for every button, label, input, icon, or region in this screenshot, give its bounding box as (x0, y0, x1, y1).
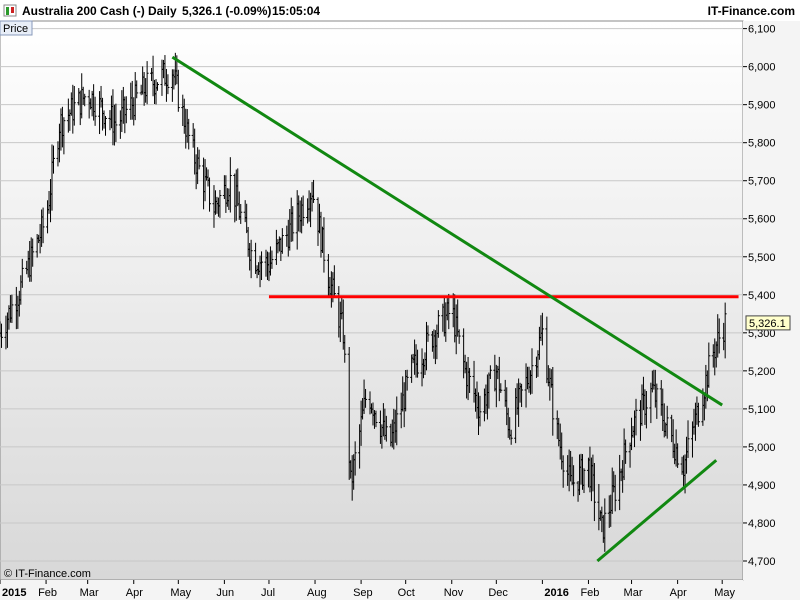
y-tick-label: 5,600 (748, 214, 776, 226)
legend-swatch-red (11, 7, 14, 13)
y-tick-label: 6,000 (748, 62, 776, 74)
brand-label: IT-Finance.com (708, 4, 795, 18)
x-tick-label: 2016 (544, 587, 568, 599)
y-tick-label: 5,000 (748, 442, 776, 454)
legend-swatch-green (6, 7, 9, 15)
y-tick-label: 4,700 (748, 556, 776, 568)
legend-swatch-icon (3, 4, 17, 17)
x-tick-label: Feb (580, 587, 599, 599)
x-tick-label: Sep (353, 587, 373, 599)
instrument-title: Australia 200 Cash (-) (22, 4, 145, 18)
y-tick-label: 5,700 (748, 176, 776, 188)
y-tick-label: 5,200 (748, 366, 776, 378)
x-tick-label: Oct (398, 587, 415, 599)
price-chart[interactable]: Australia 200 Cash (-) Daily 5,326.1 (-0… (0, 0, 800, 600)
current-price-label: 5,326.1 (749, 318, 786, 330)
timeframe-label: Daily (148, 4, 177, 18)
x-tick-label: Jul (261, 587, 275, 599)
x-tick-label: Aug (307, 587, 327, 599)
y-tick-label: 4,800 (748, 518, 776, 530)
y-tick-label: 5,400 (748, 290, 776, 302)
x-tick-label: Dec (488, 587, 508, 599)
x-tick-label: Apr (670, 587, 687, 599)
x-tick-label: Feb (38, 587, 57, 599)
x-tick-label: 2015 (2, 587, 26, 599)
y-axis-ticks: 4,7004,8004,9005,0005,1005,2005,3005,400… (743, 24, 776, 568)
x-tick-label: May (170, 587, 191, 599)
x-tick-label: Apr (126, 587, 143, 599)
y-tick-label: 5,500 (748, 252, 776, 264)
x-tick-label: Nov (444, 587, 464, 599)
x-tick-label: Jun (216, 587, 234, 599)
x-tick-label: Mar (80, 587, 99, 599)
y-tick-label: 5,800 (748, 138, 776, 150)
y-tick-label: 4,900 (748, 480, 776, 492)
last-change-label: 5,326.1 (-0.09%) (182, 4, 271, 18)
y-tick-label: 5,100 (748, 404, 776, 416)
price-tab-label: Price (3, 23, 28, 35)
copyright-label: © IT-Finance.com (4, 568, 91, 580)
y-tick-label: 6,100 (748, 24, 776, 36)
y-tick-label: 5,900 (748, 100, 776, 112)
x-tick-label: May (714, 587, 735, 599)
time-label: 15:05:04 (272, 4, 320, 18)
x-tick-label: Mar (624, 587, 643, 599)
